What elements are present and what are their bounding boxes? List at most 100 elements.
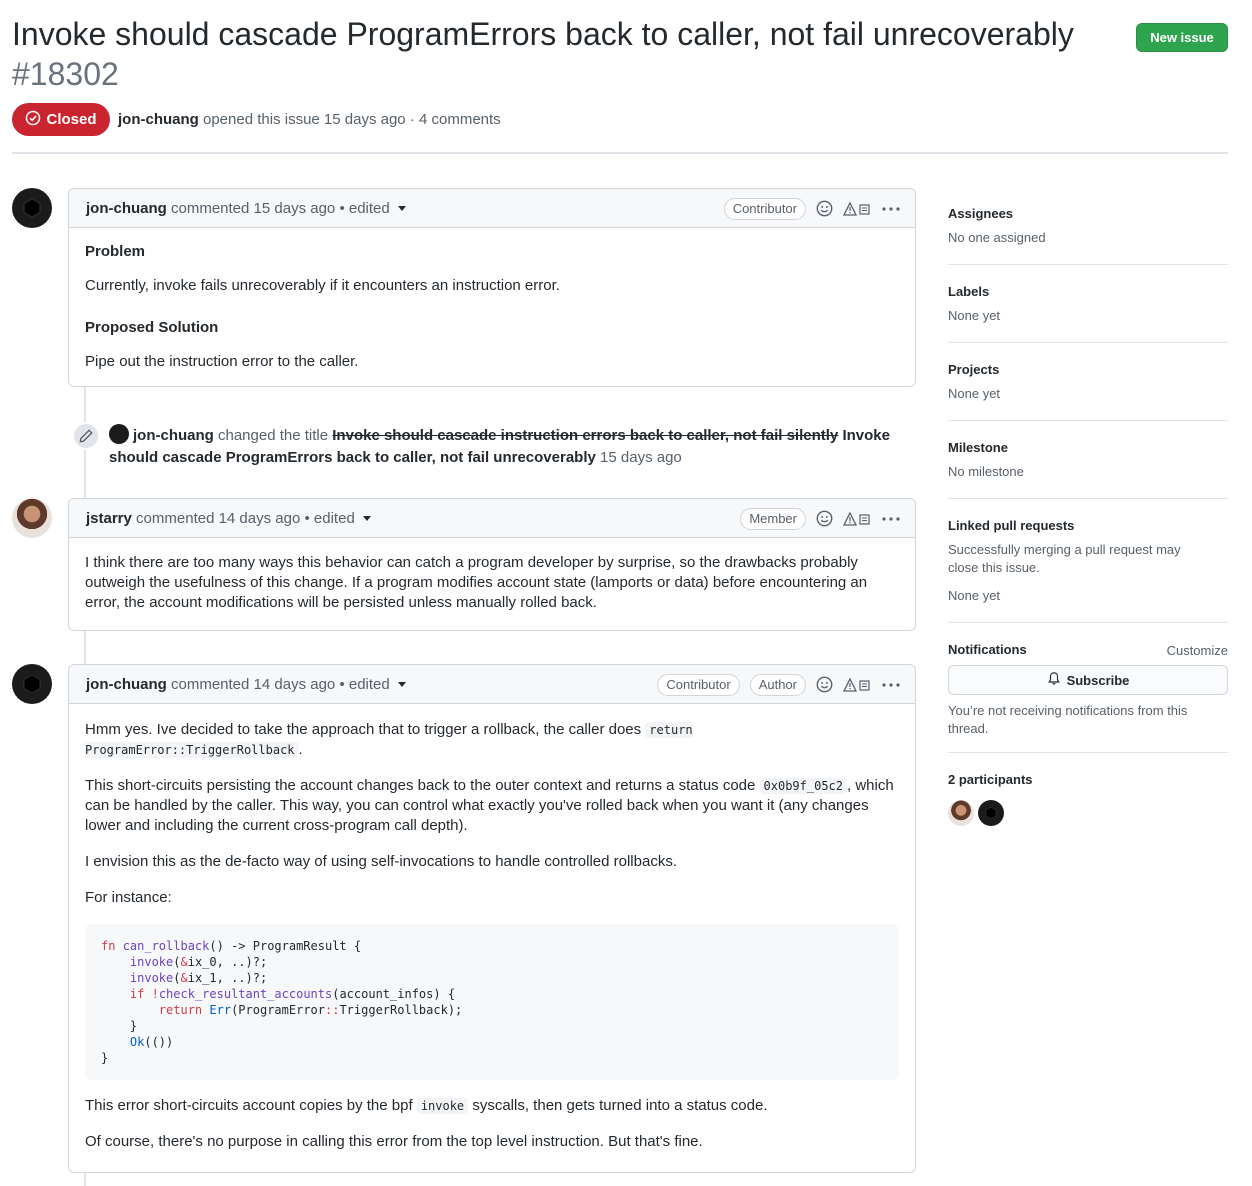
- comment-header: jon-chuang commented 14 days ago • edite…: [69, 665, 915, 704]
- comment-time[interactable]: commented 14 days ago: [136, 510, 300, 527]
- timeline-line: [84, 1173, 86, 1186]
- sidebar-divider: [948, 752, 1228, 753]
- comment-body: Problem Currently, invoke fails unrecove…: [69, 228, 915, 372]
- avatar[interactable]: [12, 498, 52, 538]
- event-action: changed the title: [218, 427, 329, 444]
- role-badge: Contributor: [657, 673, 740, 696]
- comment-author[interactable]: jon-chuang: [86, 676, 167, 693]
- inline-code: invoke: [416, 1098, 469, 1114]
- smiley-icon[interactable]: [816, 510, 833, 527]
- sidebar-heading[interactable]: Milestone: [948, 440, 1228, 455]
- edited-menu[interactable]: • edited: [339, 676, 389, 693]
- sidebar-divider: [948, 622, 1228, 623]
- status-label: Closed: [46, 111, 97, 128]
- comment-body: Hmm yes. Ive decided to take the approac…: [69, 704, 915, 1152]
- kebab-menu-icon[interactable]: [881, 201, 901, 217]
- comment-paragraph: This short-circuits persisting the accou…: [85, 777, 894, 834]
- issue-number: #18302: [12, 56, 119, 92]
- sidebar-milestone: Milestone No milestone: [948, 440, 1228, 481]
- chevron-down-icon[interactable]: [397, 205, 406, 211]
- code-block: fn can_rollback() -> ProgramResult { inv…: [85, 924, 899, 1080]
- report-icon[interactable]: [843, 677, 871, 693]
- sidebar-divider: [948, 264, 1228, 265]
- comment: jon-chuang commented 15 days ago • edite…: [68, 188, 916, 387]
- kebab-menu-icon[interactable]: [881, 677, 901, 693]
- sidebar-value: No milestone: [948, 464, 1024, 479]
- sidebar-assignees: Assignees No one assigned: [948, 206, 1228, 247]
- role-badge: Contributor: [723, 197, 806, 220]
- status-badge: Closed: [12, 103, 110, 136]
- sidebar-value: None yet: [948, 588, 1001, 603]
- comment-body: I think there are too many ways this beh…: [69, 538, 915, 613]
- comment-paragraph: For instance:: [85, 889, 172, 906]
- timeline-line: [84, 631, 86, 666]
- subscribe-button[interactable]: Subscribe: [948, 665, 1228, 695]
- kebab-menu-icon[interactable]: [881, 511, 901, 527]
- issue-meta: jon-chuang opened this issue 15 days ago…: [118, 111, 501, 128]
- chevron-down-icon[interactable]: [362, 515, 371, 521]
- avatar[interactable]: [12, 664, 52, 704]
- issue-closed-icon: [25, 110, 41, 130]
- chevron-down-icon[interactable]: [397, 681, 406, 687]
- sidebar-value: None yet: [948, 308, 1001, 323]
- comment-time[interactable]: commented 14 days ago: [171, 676, 335, 693]
- participant-avatar[interactable]: [978, 800, 1004, 826]
- smiley-icon[interactable]: [816, 676, 833, 693]
- comment-paragraph: Pipe out the instruction error to the ca…: [85, 353, 359, 370]
- inline-code: 0x0b9f_05c2: [759, 778, 848, 794]
- comment: jstarry commented 14 days ago • edited M…: [68, 498, 916, 631]
- pencil-icon: [72, 422, 100, 450]
- sidebar-divider: [948, 342, 1228, 343]
- comment-heading: Proposed Solution: [85, 319, 219, 336]
- report-icon[interactable]: [843, 511, 871, 527]
- sidebar-heading: 2 participants: [948, 772, 1033, 787]
- sidebar-divider: [948, 420, 1228, 421]
- bell-icon: [1047, 671, 1061, 689]
- comment-paragraph: I envision this as the de-facto way of u…: [85, 853, 677, 870]
- sidebar-notifications: Notifications Customize: [948, 642, 1228, 660]
- comment-author[interactable]: jstarry: [86, 510, 132, 527]
- comment-time[interactable]: commented 15 days ago: [171, 200, 335, 217]
- comment-paragraph: This error short-circuits account copies…: [85, 1097, 768, 1114]
- sidebar-labels: Labels None yet: [948, 284, 1228, 325]
- author-badge: Author: [749, 673, 806, 696]
- issue-author-link[interactable]: jon-chuang: [118, 111, 199, 128]
- sidebar-divider: [948, 498, 1228, 499]
- comment-paragraph: Of course, there's no purpose in calling…: [85, 1133, 703, 1150]
- edited-menu[interactable]: • edited: [305, 510, 355, 527]
- event-actor[interactable]: jon-chuang: [133, 427, 214, 444]
- sidebar-heading[interactable]: Projects: [948, 362, 1228, 377]
- sidebar-heading: Notifications: [948, 642, 1027, 657]
- title-change-event: jon-chuang changed the title Invoke shou…: [109, 424, 919, 469]
- comment-header: jon-chuang commented 15 days ago • edite…: [69, 189, 915, 228]
- subscribe-label: Subscribe: [1066, 672, 1130, 688]
- comment-header: jstarry commented 14 days ago • edited M…: [69, 499, 915, 538]
- sidebar-projects: Projects None yet: [948, 362, 1228, 403]
- avatar[interactable]: [109, 424, 129, 444]
- header-divider: [12, 152, 1228, 154]
- comment-paragraph: Currently, invoke fails unrecoverably if…: [85, 277, 560, 294]
- avatar[interactable]: [12, 188, 52, 228]
- comment-paragraph: Hmm yes. Ive decided to take the approac…: [85, 721, 693, 758]
- sidebar-heading[interactable]: Linked pull requests: [948, 518, 1228, 533]
- sidebar-description: Successfully merging a pull request may …: [948, 542, 1181, 575]
- event-time[interactable]: 15 days ago: [600, 449, 682, 466]
- report-icon[interactable]: [843, 201, 871, 217]
- notifications-description: You’re not receiving notifications from …: [948, 703, 1188, 736]
- sidebar-heading[interactable]: Labels: [948, 284, 1228, 299]
- new-issue-button[interactable]: New issue: [1136, 23, 1228, 52]
- sidebar-value: No one assigned: [948, 230, 1046, 245]
- comment-heading: Problem: [85, 243, 146, 260]
- old-title: Invoke should cascade instruction errors…: [332, 427, 839, 444]
- sidebar-value: None yet: [948, 386, 1001, 401]
- comment-author[interactable]: jon-chuang: [86, 200, 167, 217]
- smiley-icon[interactable]: [816, 200, 833, 217]
- customize-link[interactable]: Customize: [1167, 642, 1228, 660]
- issue-title: Invoke should cascade ProgramErrors back…: [12, 14, 1112, 94]
- edited-menu[interactable]: • edited: [339, 200, 389, 217]
- issue-title-text: Invoke should cascade ProgramErrors back…: [12, 16, 1074, 52]
- sidebar-participants: 2 participants: [948, 772, 1228, 787]
- participant-avatar[interactable]: [948, 800, 974, 826]
- comment: jon-chuang commented 14 days ago • edite…: [68, 664, 916, 1173]
- sidebar-heading[interactable]: Assignees: [948, 206, 1228, 221]
